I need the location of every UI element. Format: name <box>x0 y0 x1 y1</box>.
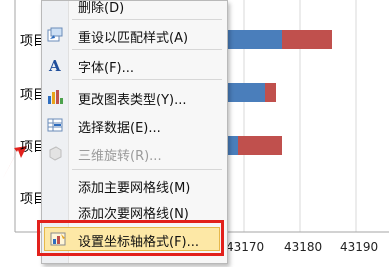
font-icon: A <box>48 57 61 74</box>
x-tick-label: 43170 <box>226 240 265 254</box>
menu-item-3d-rotation[interactable]: 三维旋转(R)... <box>42 141 227 165</box>
menu-separator <box>72 19 222 20</box>
bar-series2 <box>282 30 332 49</box>
3d-rotate-icon <box>49 146 62 161</box>
chart-type-icon <box>48 90 63 104</box>
menu-item-select-data[interactable]: 选择数据(E)... <box>42 113 227 137</box>
bar-series2 <box>238 136 282 155</box>
select-data-icon <box>47 118 63 132</box>
reset-style-icon <box>47 27 63 42</box>
menu-separator <box>72 169 222 170</box>
x-tick-label: 43180 <box>284 240 323 254</box>
menu-item-add-major-gridlines[interactable]: 添加主要网格线(M) <box>42 173 227 197</box>
menu-item-change-chart-type[interactable]: 更改图表类型(Y)... <box>42 85 227 109</box>
delete-icon <box>46 0 64 14</box>
menu-item-reset-style[interactable]: 重设以匹配样式(A) <box>42 23 227 47</box>
menu-separator <box>72 49 222 50</box>
menu-item-delete[interactable]: 删除(D) <box>42 0 227 17</box>
bar-series1 <box>224 83 265 102</box>
menu-separator <box>72 79 222 80</box>
bar-series2 <box>265 83 276 102</box>
x-tick-label: 43190 <box>340 240 379 254</box>
menu-item-font[interactable]: A 字体(F)... <box>42 53 227 77</box>
bar-series1 <box>224 30 282 49</box>
highlight-box <box>37 220 224 256</box>
svg-text:A: A <box>48 57 61 74</box>
